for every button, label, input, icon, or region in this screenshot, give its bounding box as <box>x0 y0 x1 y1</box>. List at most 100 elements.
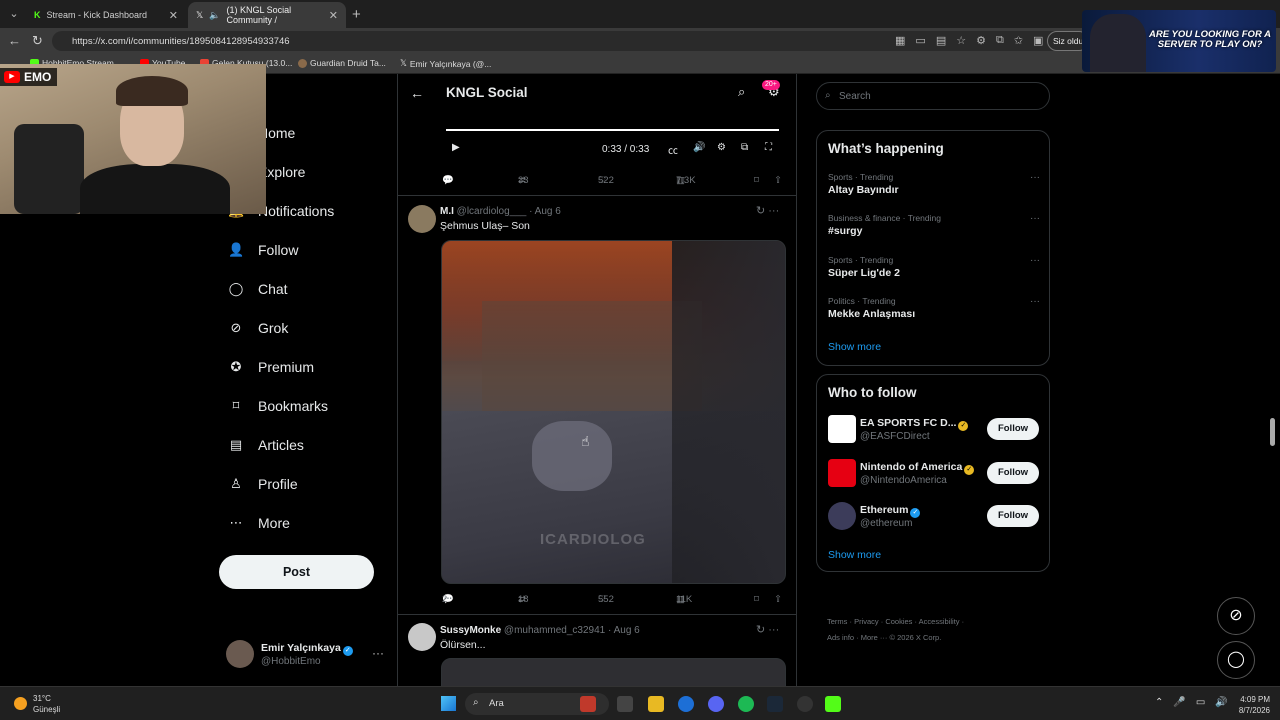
account-switcher[interactable]: Emir Yalçınkaya ✓ @HobbitEmo ··· <box>226 640 386 670</box>
follow-suggestion[interactable]: EA SPORTS FC D... ✓ @EASFCDirect Follow <box>828 415 1040 445</box>
bookmark-icon[interactable]: ⌑ <box>754 594 759 605</box>
more-icon[interactable]: ··· <box>1030 255 1040 266</box>
views-button[interactable]: ▥ 11K <box>676 594 692 605</box>
bookmark-icon[interactable]: ⌑ <box>754 175 759 186</box>
follow-button[interactable]: Follow <box>987 462 1039 484</box>
tab-kngl-social[interactable]: 𝕏 🔈 (1) KNGL Social Community / ✕ <box>188 2 346 28</box>
trend-item[interactable]: Politics · Trending Mekke Anlaşması ··· <box>828 296 1040 320</box>
trend-item[interactable]: Sports · Trending Altay Bayındır ··· <box>828 172 1040 196</box>
sun-icon <box>14 697 27 710</box>
repost-button[interactable]: ⇄ 33 <box>518 175 529 186</box>
back-arrow-icon[interactable]: ← <box>410 85 424 101</box>
more-icon[interactable]: ··· <box>1030 213 1040 224</box>
file-explorer-icon[interactable] <box>648 696 664 712</box>
game-app-icon[interactable] <box>580 696 596 712</box>
favorite-star-icon[interactable]: ☆ <box>956 34 966 47</box>
tab-search-menu[interactable]: ⌄ <box>6 6 22 22</box>
captions-icon[interactable]: ㏄ <box>668 142 678 157</box>
footer-line[interactable]: Ads info · More ··· © 2026 X Corp. <box>827 630 1047 646</box>
more-icon[interactable]: ··· <box>1030 172 1040 183</box>
chevron-up-icon[interactable]: ⌃ <box>1155 697 1163 708</box>
like-button[interactable]: ♡ 552 <box>598 594 614 605</box>
bookmark-icon: ⌑ <box>232 398 240 413</box>
kick-icon[interactable] <box>825 696 841 712</box>
nav-follow[interactable]: 👤 Follow <box>228 242 298 258</box>
follow-button[interactable]: Follow <box>987 418 1039 440</box>
play-icon[interactable]: ▶ <box>452 142 460 153</box>
scrollbar-thumb[interactable] <box>1270 418 1275 446</box>
steam-icon[interactable] <box>767 696 783 712</box>
avatar[interactable] <box>408 205 436 233</box>
reply-icon[interactable]: 💬 <box>442 175 454 186</box>
search-input[interactable]: ⌕ Search <box>816 82 1050 110</box>
reply-button[interactable]: 💬 2 <box>442 594 454 605</box>
tweet-media[interactable] <box>441 658 786 686</box>
bookmark-item[interactable]: Guardian Druid Ta... <box>298 58 386 68</box>
video-progress-bar[interactable] <box>446 129 779 131</box>
share-icon[interactable]: ⇪ <box>774 175 782 186</box>
search-icon[interactable]: ⌕ <box>738 84 745 100</box>
app-icon[interactable]: ▦ <box>895 34 905 47</box>
microphone-icon[interactable]: 🎤 <box>1173 697 1185 708</box>
reload-icon[interactable]: ↻ <box>32 33 43 49</box>
nav-chat[interactable]: ◯ Chat <box>228 281 288 297</box>
edge-icon[interactable] <box>678 696 694 712</box>
views-button[interactable]: ▥ 7.3K <box>676 175 696 186</box>
nav-more[interactable]: ⋯ More <box>228 515 290 531</box>
new-tab-button[interactable]: + <box>352 6 361 23</box>
show-more-link[interactable]: Show more <box>828 341 881 353</box>
nav-grok[interactable]: ⊘ Grok <box>228 320 289 336</box>
close-icon[interactable]: ✕ <box>169 9 178 22</box>
avatar[interactable] <box>408 623 436 651</box>
trend-item[interactable]: Business & finance · Trending #surgy ··· <box>828 213 1040 237</box>
tweet-more-icon[interactable]: ↻ ··· <box>756 204 779 217</box>
extensions-icon[interactable]: ⚙ <box>976 34 986 47</box>
taskbar-clock[interactable]: 4:09 PM 8/7/2026 <box>1226 694 1270 716</box>
tab-kick-dashboard[interactable]: K Stream - Kick Dashboard ✕ <box>26 2 186 28</box>
follow-suggestion[interactable]: Ethereum ✓ @ethereum Follow <box>828 502 1040 532</box>
messages-fab-icon[interactable]: ◯ <box>1217 641 1255 679</box>
follow-button[interactable]: Follow <box>987 505 1039 527</box>
bookmark-item[interactable]: 𝕏 Emir Yalçınkaya (@... <box>400 58 491 69</box>
split-icon[interactable]: ⧉ <box>996 34 1004 47</box>
back-arrow-icon[interactable]: ← <box>8 33 21 48</box>
obs-icon[interactable] <box>797 696 813 712</box>
more-icon[interactable]: ··· <box>1030 296 1040 307</box>
share-icon[interactable]: ⇪ <box>774 594 782 605</box>
read-aloud-icon[interactable]: ▤ <box>936 34 946 47</box>
nav-profile[interactable]: ♙ Profile <box>228 476 298 492</box>
audio-icon[interactable]: 🔈 <box>209 10 220 21</box>
show-more-link[interactable]: Show more <box>828 549 881 561</box>
post-button[interactable]: Post <box>219 555 374 589</box>
close-icon[interactable]: ✕ <box>329 9 338 22</box>
settings-icon[interactable]: ⚙ <box>717 142 726 153</box>
repost-button[interactable]: ⇄ 18 <box>518 594 529 605</box>
trend-item[interactable]: Sports · Trending Süper Lig'de 2 ··· <box>828 255 1040 279</box>
discord-icon[interactable] <box>708 696 724 712</box>
nav-bookmarks[interactable]: ⌑ Bookmarks <box>228 398 328 414</box>
fullscreen-icon[interactable]: ⛶ <box>765 142 772 153</box>
tweet-video[interactable]: ICARDIOLOG <box>441 240 786 584</box>
follow-suggestion[interactable]: Nintendo of America ✓ @NintendoAmerica Fo… <box>828 459 1040 489</box>
footer-line[interactable]: Terms · Privacy · Cookies · Accessibilit… <box>827 614 1047 630</box>
verified-badge-icon: ✓ <box>342 646 353 656</box>
collections-icon[interactable]: ▣ <box>1033 34 1043 47</box>
favorites-icon[interactable]: ✩ <box>1014 34 1023 47</box>
spotify-icon[interactable] <box>738 696 754 712</box>
tweet-header: SussyMonke @muhammed_c32941 · Aug 6 <box>440 625 640 636</box>
tweet-more-icon[interactable]: ↻ ··· <box>756 623 779 636</box>
volume-icon[interactable]: 🔊 <box>693 142 705 153</box>
network-icon[interactable]: ▭ <box>1196 697 1205 708</box>
pip-icon[interactable]: ⧉ <box>741 142 748 153</box>
grok-fab-icon[interactable]: ⊘ <box>1217 597 1255 635</box>
more-icon[interactable]: ··· <box>372 646 384 660</box>
windows-start-icon[interactable] <box>441 696 456 711</box>
reader-icon[interactable]: ▭ <box>915 34 925 47</box>
like-button[interactable]: ♡ 522 <box>598 175 614 186</box>
page-scrollbar[interactable] <box>1268 74 1276 686</box>
task-view-icon[interactable] <box>617 696 633 712</box>
avatar <box>828 502 856 530</box>
x-logo-icon: 𝕏 <box>400 58 407 68</box>
nav-articles[interactable]: ▤ Articles <box>228 437 304 453</box>
nav-premium[interactable]: ✪ Premium <box>228 359 314 375</box>
